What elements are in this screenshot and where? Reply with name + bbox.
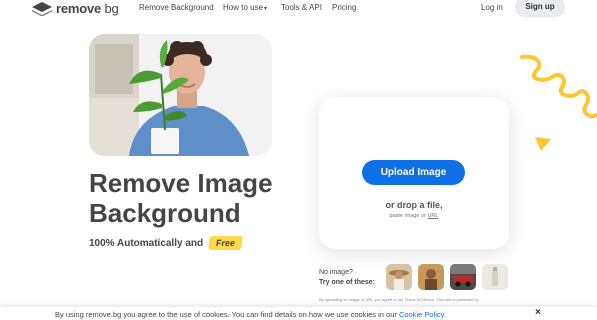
triangle-decoration-icon <box>535 137 551 151</box>
page-title: Remove Image Background <box>89 168 273 228</box>
logo[interactable]: remove bg <box>32 1 119 16</box>
nav-how-to-use-label: How to use <box>223 3 264 12</box>
squiggle-decoration-icon <box>520 54 597 119</box>
hero-subtitle: 100% Automatically and Free <box>89 236 244 250</box>
sample-image-3[interactable] <box>450 264 476 290</box>
sample-photo-product <box>482 264 508 290</box>
paste-hint: paste image or URL <box>319 213 509 219</box>
free-badge: Free <box>208 236 244 250</box>
no-image-label: No image? <box>319 269 353 276</box>
chevron-down-icon: ▾ <box>264 6 268 12</box>
hero-image <box>89 34 272 156</box>
try-these-label: Try one of these: <box>319 279 376 286</box>
close-icon[interactable]: × <box>535 307 541 318</box>
nav-how-to-use[interactable]: How to use▾ <box>223 3 267 12</box>
cookie-message: By using remove.bg you agree to the use … <box>55 310 397 319</box>
sample-image-1[interactable] <box>386 264 412 290</box>
paste-text: paste image or <box>389 213 426 219</box>
sample-image-4[interactable] <box>482 264 508 290</box>
layers-logo-icon <box>32 1 52 16</box>
cookie-banner: By using remove.bg you agree to the use … <box>0 307 597 320</box>
sample-photo-car <box>450 264 476 290</box>
hero-photo-illustration <box>89 34 272 156</box>
sample-photo-portrait <box>418 264 444 290</box>
upload-image-button[interactable]: Upload Image <box>362 160 465 185</box>
sample-photo-woman-hat <box>386 264 412 290</box>
sample-image-2[interactable] <box>418 264 444 290</box>
cookie-policy-link[interactable]: Cookie Policy. <box>399 310 446 319</box>
sample-prompt: No image? Try one of these: <box>319 268 375 288</box>
upload-card[interactable]: Upload Image or drop a file, paste image… <box>319 97 509 249</box>
logo-text: remove bg <box>56 1 119 16</box>
nav-remove-background[interactable]: Remove Background <box>139 3 214 12</box>
nav-pricing[interactable]: Pricing <box>332 3 356 12</box>
nav-tools-api[interactable]: Tools & API <box>281 3 322 12</box>
subtitle-text: 100% Automatically and <box>89 237 204 249</box>
url-link[interactable]: URL <box>427 213 438 219</box>
terms-text: By uploading an image or URL you agree t… <box>319 297 479 302</box>
top-nav: remove bg Remove Background How to use▾ … <box>0 0 597 18</box>
signup-button[interactable]: Sign up <box>515 0 565 17</box>
cookie-text: By using remove.bg you agree to the use … <box>55 310 446 319</box>
login-link[interactable]: Log in <box>481 3 503 12</box>
drop-file-text: or drop a file, <box>385 200 443 210</box>
